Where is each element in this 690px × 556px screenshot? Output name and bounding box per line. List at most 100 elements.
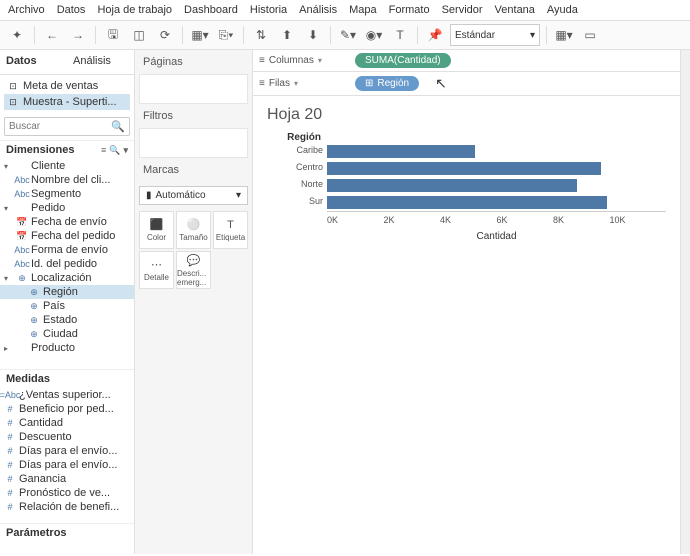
- field-cantidad[interactable]: #Cantidad: [0, 416, 134, 430]
- expand-icon[interactable]: ▾: [4, 274, 13, 283]
- view-list-icon[interactable]: ≡: [101, 145, 106, 156]
- field-ciudad[interactable]: ⊕Ciudad: [0, 327, 134, 341]
- rows-icon: ≡: [259, 78, 265, 89]
- expand-icon[interactable]: ▾: [4, 162, 13, 171]
- menu-ventana[interactable]: Ventana: [495, 4, 535, 16]
- datasource-item[interactable]: ⊡Meta de ventas: [4, 78, 130, 94]
- menu-análisis[interactable]: Análisis: [299, 4, 337, 16]
- bar[interactable]: [327, 145, 475, 158]
- menu-dashboard[interactable]: Dashboard: [184, 4, 238, 16]
- columns-shelf[interactable]: ≡ Columnas ▾ SUMA(Cantidad): [253, 50, 680, 72]
- expand-icon[interactable]: ▸: [4, 344, 13, 353]
- datasource-item[interactable]: ⊡Muestra - Superti...: [4, 94, 130, 110]
- y-label: Norte: [267, 177, 327, 194]
- x-axis-label: Cantidad: [327, 231, 666, 242]
- y-label: Caribe: [267, 143, 327, 160]
- field-ganancia[interactable]: #Ganancia: [0, 472, 134, 486]
- mark-descri-emerg-[interactable]: 💬Descri... emerg...: [176, 251, 211, 289]
- text-button[interactable]: T: [389, 24, 411, 46]
- field-nombre-del-cli-[interactable]: AbcNombre del cli...: [0, 173, 134, 187]
- tableau-icon[interactable]: ✦: [6, 24, 28, 46]
- field-pron-stico-de-ve-[interactable]: #Pronóstico de ve...: [0, 486, 134, 500]
- pages-shelf[interactable]: [139, 74, 248, 104]
- mark-detalle[interactable]: ⋯Detalle: [139, 251, 174, 289]
- new-worksheet-button[interactable]: ▦▾: [189, 24, 211, 46]
- bar[interactable]: [327, 162, 601, 175]
- field-estado[interactable]: ⊕Estado: [0, 313, 134, 327]
- field-descuento[interactable]: #Descuento: [0, 430, 134, 444]
- menu-servidor[interactable]: Servidor: [442, 4, 483, 16]
- menu-datos[interactable]: Datos: [57, 4, 86, 16]
- highlight-button[interactable]: ✎▾: [337, 24, 359, 46]
- rows-shelf[interactable]: ≡Filas▾ ⊞Región ↖: [253, 72, 680, 96]
- menu-ayuda[interactable]: Ayuda: [547, 4, 578, 16]
- field-d-as-para-el-env-o-[interactable]: #Días para el envío...: [0, 444, 134, 458]
- menu-mapa[interactable]: Mapa: [349, 4, 377, 16]
- chart[interactable]: Hoja 20 Región CaribeCentroNorteSur 0K2K…: [253, 96, 680, 554]
- field--ventas-superior-[interactable]: =Abc¿Ventas superior...: [0, 388, 134, 402]
- field-cliente[interactable]: ▾Cliente: [0, 159, 134, 173]
- field-relaci-n-de-benefi-[interactable]: #Relación de benefi...: [0, 500, 134, 514]
- field-localizaci-n[interactable]: ▾⊕Localización: [0, 271, 134, 285]
- bar[interactable]: [327, 196, 607, 209]
- chevron-down-icon[interactable]: ▾: [294, 79, 298, 88]
- x-tick: 2K: [384, 215, 441, 225]
- columns-icon: ≡: [259, 55, 265, 66]
- filters-shelf[interactable]: [139, 128, 248, 158]
- field-segmento[interactable]: AbcSegmento: [0, 187, 134, 201]
- bar-icon: ▮: [146, 190, 152, 201]
- field-d-as-para-el-env-o-[interactable]: #Días para el envío...: [0, 458, 134, 472]
- refresh-button[interactable]: ⟳: [154, 24, 176, 46]
- x-tick: 6K: [497, 215, 554, 225]
- bar-row: [327, 160, 666, 177]
- back-button[interactable]: ←: [41, 24, 63, 46]
- save-button[interactable]: 🖫: [102, 24, 124, 46]
- presentation-button[interactable]: ▭: [579, 24, 601, 46]
- mark-color[interactable]: ⬛Color: [139, 211, 174, 249]
- menu-formato[interactable]: Formato: [389, 4, 430, 16]
- swap-button[interactable]: ⇅: [250, 24, 272, 46]
- datasource-icon: ⊡: [7, 96, 19, 108]
- forward-button[interactable]: →: [67, 24, 89, 46]
- menu-historia[interactable]: Historia: [250, 4, 287, 16]
- duplicate-button[interactable]: ⎘▾: [215, 24, 237, 46]
- pin-button[interactable]: 📌: [424, 24, 446, 46]
- pill-region[interactable]: ⊞Región: [355, 76, 419, 91]
- show-me-button[interactable]: ▦▾: [553, 24, 575, 46]
- field-forma-de-env-o[interactable]: AbcForma de envío: [0, 243, 134, 257]
- mark-etiqueta[interactable]: TEtiqueta: [213, 211, 248, 249]
- tab-analysis[interactable]: Análisis: [67, 50, 134, 74]
- pages-shelf-label: Páginas: [135, 50, 252, 74]
- fit-selector[interactable]: Estándar▾: [450, 24, 540, 46]
- data-pane: Datos Análisis ⊡Meta de ventas⊡Muestra -…: [0, 50, 135, 554]
- mark-type-selector[interactable]: ▮Automático▾: [139, 186, 248, 205]
- hierarchy-icon: ⊞: [365, 78, 373, 89]
- mark-tama-o[interactable]: ⚪Tamaño: [176, 211, 211, 249]
- find-icon[interactable]: 🔍: [109, 145, 120, 156]
- search-input[interactable]: [9, 121, 111, 132]
- search-box[interactable]: 🔍: [4, 117, 130, 136]
- field-pedido[interactable]: ▾Pedido: [0, 201, 134, 215]
- menu-archivo[interactable]: Archivo: [8, 4, 45, 16]
- field-producto[interactable]: ▸Producto: [0, 341, 134, 355]
- field-regi-n[interactable]: ⊕Región: [0, 285, 134, 299]
- field-fecha-de-env-o[interactable]: 📅Fecha de envío: [0, 215, 134, 229]
- field-id-del-pedido[interactable]: AbcId. del pedido: [0, 257, 134, 271]
- dimensions-header: Dimensiones ≡ 🔍 ▾: [0, 140, 134, 159]
- field-fecha-del-pedido[interactable]: 📅Fecha del pedido: [0, 229, 134, 243]
- bar[interactable]: [327, 179, 577, 192]
- sort-asc-button[interactable]: ⬆: [276, 24, 298, 46]
- group-button[interactable]: ◉▾: [363, 24, 385, 46]
- field-beneficio-por-ped-[interactable]: #Beneficio por ped...: [0, 402, 134, 416]
- right-scrollbar[interactable]: [680, 50, 690, 554]
- chevron-down-icon[interactable]: ▾: [318, 56, 322, 65]
- tab-data[interactable]: Datos: [0, 50, 67, 74]
- sort-desc-button[interactable]: ⬇: [302, 24, 324, 46]
- pill-suma-cantidad[interactable]: SUMA(Cantidad): [355, 53, 451, 68]
- menu-hoja de trabajo[interactable]: Hoja de trabajo: [97, 4, 172, 16]
- expand-icon[interactable]: ▾: [4, 204, 13, 213]
- field-pa-s[interactable]: ⊕País: [0, 299, 134, 313]
- new-datasource-button[interactable]: ◫: [128, 24, 150, 46]
- columns-label: Columnas: [269, 55, 314, 66]
- menu-icon[interactable]: ▾: [123, 145, 128, 156]
